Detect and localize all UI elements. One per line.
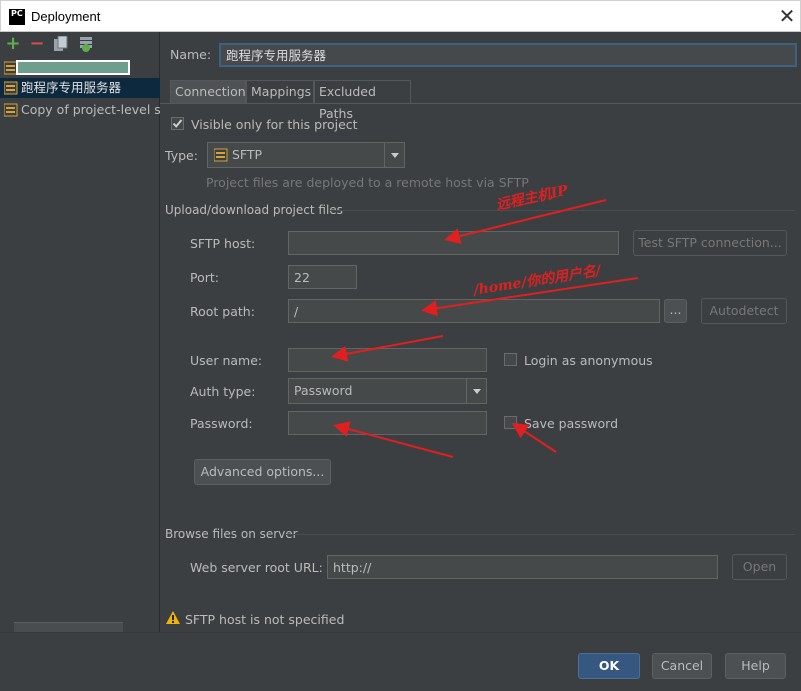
- add-icon[interactable]: +: [4, 35, 22, 53]
- redaction-box: [16, 60, 130, 75]
- ok-button[interactable]: OK: [578, 653, 640, 679]
- visible-only-label: Visible only for this project: [191, 117, 358, 132]
- sftp-host-label: SFTP host:: [190, 236, 256, 251]
- help-button[interactable]: Help: [725, 653, 786, 679]
- check-icon: [172, 119, 183, 128]
- title-bar: PC Deployment ✕: [0, 0, 801, 32]
- server-item-label: 跑程序专用服务器: [21, 80, 122, 95]
- save-password-checkbox[interactable]: [504, 416, 517, 429]
- warning-icon: [166, 611, 180, 624]
- server-list-panel: + − 跑程序专用服务器 Copy of project-level se: [0, 32, 160, 632]
- tab-mappings[interactable]: Mappings: [246, 80, 314, 104]
- login-anonymous-label: Login as anonymous: [524, 353, 653, 368]
- copy-icon[interactable]: [53, 35, 69, 55]
- auth-type-value: Password: [294, 383, 353, 398]
- server-item-selected[interactable]: 跑程序专用服务器: [0, 78, 160, 98]
- annotation-home-path: /home/你的用户名/: [472, 262, 602, 299]
- type-value: SFTP: [232, 147, 263, 162]
- cancel-button[interactable]: Cancel: [652, 653, 712, 679]
- name-label: Name:: [170, 47, 212, 62]
- save-password-label: Save password: [524, 416, 619, 431]
- chevron-down-icon[interactable]: [466, 379, 486, 403]
- window-title: Deployment: [31, 9, 101, 24]
- sftp-server-icon: [4, 81, 18, 95]
- tab-excluded-paths[interactable]: Excluded Paths: [314, 80, 411, 121]
- port-input[interactable]: 22: [288, 265, 357, 289]
- dialog-footer: OK Cancel Help: [0, 632, 801, 691]
- browse-button[interactable]: ...: [664, 299, 687, 323]
- root-path-label: Root path:: [190, 304, 255, 319]
- warning-text: SFTP host is not specified: [185, 612, 345, 627]
- name-input[interactable]: 跑程序专用服务器: [219, 43, 797, 67]
- tab-divider: [160, 103, 801, 104]
- chevron-down-icon[interactable]: [384, 143, 404, 167]
- web-root-input[interactable]: http://: [327, 555, 718, 579]
- open-button[interactable]: Open: [732, 554, 787, 580]
- web-root-label: Web server root URL:: [190, 560, 323, 575]
- section-browse-title: Browse files on server: [165, 527, 298, 541]
- advanced-options-button[interactable]: Advanced options...: [194, 459, 331, 485]
- type-hint: Project files are deployed to a remote h…: [206, 175, 529, 190]
- sftp-type-icon: [214, 148, 228, 162]
- user-name-input[interactable]: [288, 348, 487, 372]
- user-name-label: User name:: [190, 353, 263, 368]
- server-item-copy[interactable]: Copy of project-level se: [0, 100, 160, 120]
- password-label: Password:: [190, 416, 253, 431]
- port-label: Port:: [190, 270, 219, 285]
- autodetect-button[interactable]: Autodetect: [701, 298, 787, 324]
- server-item-label: Copy of project-level se: [21, 102, 160, 117]
- login-anonymous-checkbox[interactable]: [504, 353, 517, 366]
- horizontal-scrollbar[interactable]: [14, 622, 123, 632]
- test-connection-button[interactable]: Test SFTP connection...: [633, 230, 787, 256]
- auth-type-label: Auth type:: [190, 384, 256, 399]
- sftp-server-icon: [4, 103, 18, 117]
- close-icon[interactable]: ✕: [777, 5, 797, 27]
- pycharm-logo-icon: PC: [9, 9, 25, 25]
- section-upload-title: Upload/download project files: [165, 203, 343, 217]
- server-item-masked[interactable]: [0, 58, 160, 78]
- root-path-input[interactable]: /: [288, 299, 660, 323]
- type-select[interactable]: SFTP: [207, 142, 405, 168]
- set-default-icon[interactable]: [78, 36, 94, 55]
- password-input[interactable]: [288, 411, 487, 435]
- tab-connection[interactable]: Connection: [170, 80, 246, 104]
- type-label: Type:: [165, 148, 198, 163]
- remove-icon[interactable]: −: [28, 35, 46, 53]
- section-separator: [330, 210, 795, 211]
- visible-only-checkbox[interactable]: [171, 117, 184, 130]
- section-separator: [285, 534, 795, 535]
- sftp-host-input[interactable]: [288, 231, 619, 255]
- auth-type-select[interactable]: Password: [288, 378, 487, 404]
